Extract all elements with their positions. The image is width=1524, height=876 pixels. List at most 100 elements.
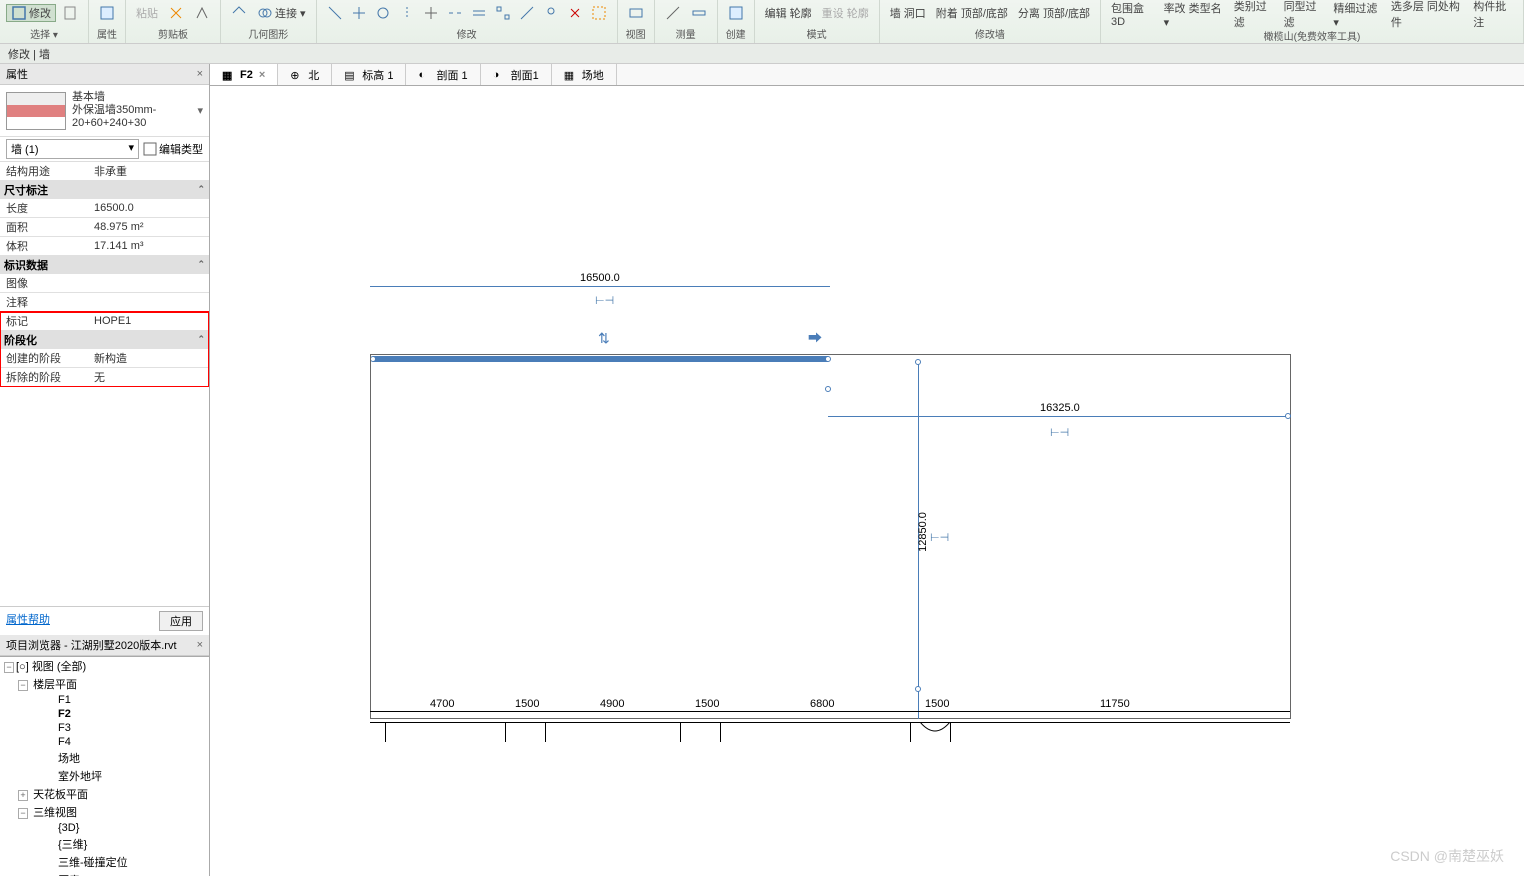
rename-type-button[interactable]: 率改 类型名 ▾ — [1160, 0, 1228, 29]
door-swing — [920, 722, 950, 742]
fine-filter-button[interactable]: 精细过滤 ▾ — [1329, 0, 1385, 29]
prop-row-structure[interactable]: 结构用途非承重 — [0, 162, 209, 181]
batch-annot-button[interactable]: 构件批注 — [1469, 0, 1517, 30]
trim-button[interactable] — [419, 5, 443, 21]
tree-ground[interactable]: 室外地坪 — [0, 767, 209, 785]
dim-node[interactable] — [825, 386, 831, 392]
selected-wall[interactable] — [373, 356, 828, 362]
tree-site[interactable]: 场地 — [0, 749, 209, 767]
dim-handle-icon[interactable]: ⊢⊣ — [595, 294, 614, 307]
ribbon-group-modify: 修改 — [317, 0, 618, 43]
tree-3d-1[interactable]: {三维} — [0, 835, 209, 853]
multi-layer-button[interactable]: 选多层 同处构件 — [1387, 0, 1467, 30]
prop-row-comment[interactable]: 注释 — [0, 293, 209, 312]
dim-v-node-b[interactable] — [915, 686, 921, 692]
context-bar: 修改 | 墙 — [0, 44, 1524, 64]
section-icon: ◐ — [418, 69, 430, 81]
tab-level1[interactable]: ▤标高 1 — [332, 64, 406, 85]
prop-row-length: 长度16500.0 — [0, 199, 209, 218]
rotate-button[interactable] — [371, 5, 395, 21]
tree-root[interactable]: −[○] 视图 (全部) — [0, 657, 209, 675]
dim-handle-r-icon[interactable]: ⊢⊣ — [1050, 426, 1069, 439]
tab-north[interactable]: ⊕北 — [278, 64, 332, 85]
tree-f3[interactable]: F3 — [0, 721, 209, 735]
section-identity[interactable]: 标识数据⌃ — [0, 256, 209, 274]
type-selector[interactable]: 基本墙 外保温墙350mm- 20+60+240+30 ▾ — [0, 85, 209, 137]
dim-v-node-t[interactable] — [915, 359, 921, 365]
tree-f2[interactable]: F2 — [0, 707, 209, 721]
instance-selector[interactable]: 墙 (1) ▾ — [6, 139, 139, 159]
section-phasing[interactable]: 阶段化⌃ — [0, 331, 209, 349]
type-props-button[interactable] — [58, 5, 82, 21]
project-browser[interactable]: −[○] 视图 (全部) − 楼层平面 F1 F2 F3 F4 场地 室外地坪 … — [0, 656, 209, 876]
array-button[interactable] — [491, 5, 515, 21]
detach-button[interactable]: 分离 顶部/底部 — [1014, 5, 1094, 21]
cat-filter-button[interactable]: 类别过滤 — [1230, 0, 1278, 30]
create-button[interactable] — [724, 5, 748, 21]
tick — [385, 722, 386, 742]
tree-ceiling[interactable]: + 天花板平面 — [0, 785, 209, 803]
scale-button[interactable] — [515, 5, 539, 21]
paste-button[interactable]: 粘贴 — [132, 5, 162, 21]
delete-button[interactable] — [563, 5, 587, 21]
flip-end-icon[interactable]: ⮕ — [808, 328, 822, 348]
wall-bot — [370, 718, 1290, 719]
prop-row-volume: 体积17.141 m³ — [0, 237, 209, 256]
tree-3d[interactable]: − 三维视图 — [0, 803, 209, 821]
dim-node-r[interactable] — [1285, 413, 1291, 419]
match-button[interactable] — [190, 5, 214, 21]
ribbon-group-create: 创建 — [718, 0, 755, 43]
mirror-button[interactable] — [395, 5, 419, 21]
flip-icon[interactable]: ⇅ — [598, 330, 610, 347]
tab-section1[interactable]: ◐剖面 1 — [406, 64, 480, 85]
close-browser-icon[interactable]: × — [197, 639, 203, 651]
tree-f1[interactable]: F1 — [0, 693, 209, 707]
edit-profile-button[interactable]: 编辑 轮廓 — [761, 5, 816, 21]
tick — [545, 722, 546, 742]
tree-3d-2[interactable]: 三维-碰撞定位 — [0, 853, 209, 871]
tab-section1b[interactable]: ◑剖面1 — [481, 64, 552, 85]
bbox3d-button[interactable]: 包围盒3D — [1107, 0, 1158, 28]
tree-floorplans[interactable]: − 楼层平面 — [0, 675, 209, 693]
properties-help-link[interactable]: 属性帮助 — [6, 611, 50, 631]
cut-button[interactable] — [164, 5, 188, 21]
modify-button[interactable]: 修改 — [6, 4, 56, 22]
tab-site[interactable]: ▦场地 — [552, 64, 617, 85]
close-tab-icon[interactable]: × — [259, 69, 265, 81]
prop-row-image[interactable]: 图像 — [0, 274, 209, 293]
tree-3d-0[interactable]: {3D} — [0, 821, 209, 835]
tree-3d-3[interactable]: 厨房 — [0, 871, 209, 876]
cope-button[interactable] — [227, 5, 251, 21]
ribbon-label-modify: 修改 — [457, 26, 477, 43]
join-button[interactable]: 连接 ▾ — [253, 5, 310, 21]
wall-open-button[interactable]: 墙 洞口 — [886, 5, 930, 21]
type-dropdown-icon[interactable]: ▾ — [197, 104, 203, 117]
prop-row-demo-phase[interactable]: 拆除的阶段无 — [0, 368, 209, 387]
type-filter-button[interactable]: 同型过滤 — [1280, 0, 1328, 30]
apply-button[interactable]: 应用 — [159, 611, 203, 631]
section-dimensions[interactable]: 尺寸标注⌃ — [0, 181, 209, 199]
dim-button[interactable] — [687, 5, 711, 21]
wall-node-right[interactable] — [825, 356, 831, 362]
dim-v-handle-icon[interactable]: ⊢⊣ — [930, 531, 949, 544]
group-button[interactable] — [587, 5, 611, 21]
edit-type-button[interactable]: 编辑类型 — [143, 141, 203, 157]
attach-button[interactable]: 附着 顶部/底部 — [932, 5, 1012, 21]
tab-f2[interactable]: ▦F2× — [210, 64, 278, 85]
move-button[interactable] — [347, 5, 371, 21]
measure-button[interactable] — [661, 5, 685, 21]
close-properties-icon[interactable]: × — [197, 68, 203, 80]
split-button[interactable] — [443, 5, 467, 21]
ribbon-label-measure: 测量 — [676, 26, 696, 43]
offset-button[interactable] — [467, 5, 491, 21]
browser-title: 项目浏览器 - 江湖别墅2020版本.rvt — [6, 637, 177, 653]
drawing-canvas[interactable]: 16500.0 ⊢⊣ ⇅ ⮕ 16325.0 ⊢⊣ 12850.0 — [210, 86, 1524, 876]
reset-profile-button[interactable]: 重设 轮廓 — [818, 5, 873, 21]
align-button[interactable] — [323, 5, 347, 21]
prop-row-mark[interactable]: 标记HOPE1 — [0, 312, 209, 331]
props-button[interactable] — [95, 5, 119, 21]
prop-row-create-phase[interactable]: 创建的阶段新构造 — [0, 349, 209, 368]
view-button[interactable] — [624, 5, 648, 21]
tree-f4[interactable]: F4 — [0, 735, 209, 749]
pin-button[interactable] — [539, 5, 563, 21]
